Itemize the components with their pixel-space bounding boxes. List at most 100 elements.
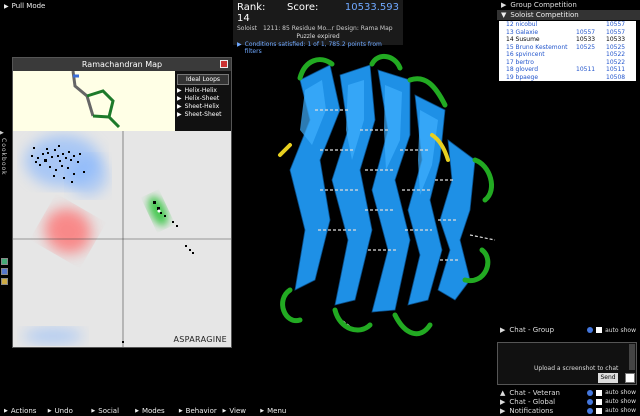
info-icon — [587, 398, 594, 405]
group-competition-toggle[interactable]: ▶ Group Competition — [497, 0, 640, 9]
triangle-right-icon: ▶ — [237, 41, 242, 48]
auto-show-veteran[interactable]: auto show — [587, 389, 640, 396]
menu-label: Social — [98, 406, 120, 415]
leaderboard-list[interactable]: 12 nicobul 10557 13 Galaxie 10557 10557 14 Su… — [499, 21, 636, 81]
loop-label: Sheet-Sheet — [184, 111, 222, 118]
close-icon[interactable] — [220, 60, 228, 68]
triangle-right-icon: ▶ — [135, 407, 139, 414]
checkbox-icon[interactable] — [596, 398, 603, 405]
leaderboard-row[interactable]: 13 Galaxie 10557 10557 — [499, 29, 636, 37]
leaderboard-row[interactable]: 14 Susume 10533 10533 — [499, 36, 636, 44]
score-value: 10533.593 — [344, 2, 399, 13]
recipe-icon[interactable] — [1, 258, 8, 265]
side-icons — [1, 258, 9, 288]
menu-social[interactable]: ▶ Social — [87, 405, 131, 416]
leaderboard-score — [576, 59, 606, 67]
menu-label: Menu — [267, 406, 287, 415]
leaderboard-score: 10557 — [606, 28, 626, 36]
ideal-loops-menu: Ideal Loops ▶ Helix-Helix ▶ Helix-Sheet ▶ S… — [175, 71, 231, 131]
leaderboard-score: 10533 — [576, 36, 596, 43]
rama-plot-canvas[interactable] — [13, 131, 231, 347]
menu-modes[interactable]: ▶ Modes — [131, 405, 175, 416]
menu-label: Actions — [10, 406, 37, 415]
soloist-competition-toggle[interactable]: ▼ Soloist Competition — [497, 10, 640, 20]
protein-3d-view[interactable] — [260, 50, 500, 350]
chat-toggle-icon[interactable] — [625, 373, 635, 383]
triangle-right-icon: ▶ — [4, 407, 8, 414]
leaderboard-score: 10533 — [606, 36, 626, 43]
checkbox-icon[interactable] — [596, 327, 603, 333]
residue-name: ASPARAGINE — [173, 335, 227, 344]
chat-veteran-toggle[interactable]: ▲ Chat - Veteran auto show — [497, 388, 640, 397]
loop-helix-helix[interactable]: ▶ Helix-Helix — [177, 87, 229, 95]
pull-mode-button[interactable]: ▶ Pull Mode — [0, 0, 49, 12]
rama-plot[interactable]: ASPARAGINE — [13, 131, 231, 347]
leaderboard-score: 10525 — [576, 43, 596, 51]
triangle-right-icon: ▶ — [500, 397, 506, 406]
residue-structure-icon — [71, 70, 121, 129]
leaderboard-score — [576, 51, 606, 59]
menu-behavior[interactable]: ▶ Behavior — [175, 405, 219, 416]
chat-global-toggle[interactable]: ▶ Chat - Global auto show — [497, 397, 640, 406]
triangle-up-icon: ▲ — [500, 388, 506, 397]
note-icon[interactable] — [1, 278, 8, 285]
menu-menu[interactable]: ▶ Menu — [256, 405, 300, 416]
menu-label: Modes — [141, 406, 165, 415]
leaderboard-row[interactable]: 15 Bruno Kestemont 10525 10525 — [499, 44, 636, 52]
loop-helix-sheet[interactable]: ▶ Helix-Sheet — [177, 95, 229, 103]
loop-label: Helix-Sheet — [184, 95, 220, 102]
leaderboard-row[interactable]: 18 gloverd 10511 10511 — [499, 66, 636, 74]
triangle-right-icon: ▶ — [0, 130, 4, 136]
auto-show-notifications[interactable]: auto show — [587, 407, 640, 414]
loop-sheet-sheet[interactable]: ▶ Sheet-Sheet — [177, 111, 229, 119]
leaderboard-row[interactable]: 16 spvincent 10522 — [499, 51, 636, 59]
group-competition-label: Group Competition — [510, 0, 577, 9]
triangle-right-icon: ▶ — [500, 326, 506, 334]
rama-title-bar[interactable]: Ramachandran Map — [13, 58, 231, 71]
chat-group-label: Chat - Group — [509, 326, 555, 334]
leaderboard-score: 10511 — [576, 66, 596, 73]
menu-view[interactable]: ▶ View — [219, 405, 257, 416]
triangle-right-icon: ▶ — [177, 111, 182, 118]
leaderboard-player: 18 gloverd — [506, 66, 539, 73]
send-button[interactable]: Send — [598, 373, 618, 383]
leaderboard-score — [576, 21, 606, 29]
leaderboard-score: 10525 — [606, 43, 626, 51]
leaderboard-score: 10511 — [606, 66, 626, 73]
checkbox-icon[interactable] — [596, 389, 603, 396]
checkbox-icon[interactable] — [596, 407, 603, 414]
auto-show-global[interactable]: auto show — [587, 398, 640, 405]
loop-sheet-helix[interactable]: ▶ Sheet-Helix — [177, 103, 229, 111]
menu-label: View — [229, 406, 246, 415]
triangle-right-icon: ▶ — [177, 95, 182, 102]
script-icon[interactable] — [1, 268, 8, 275]
chat-scrollbar[interactable] — [629, 344, 635, 370]
chat-panel[interactable]: Upload a screenshot to chat Send — [497, 342, 637, 385]
leaderboard-score: 10508 — [606, 73, 626, 81]
leaderboard-row[interactable]: 19 bpaege 10508 — [499, 74, 636, 82]
notifications-toggle[interactable]: ▶ Notifications auto show — [497, 406, 640, 415]
puzzle-status: Puzzle expired — [296, 33, 340, 40]
menu-actions[interactable]: ▶ Actions — [0, 405, 44, 416]
info-icon — [587, 407, 594, 414]
chat-global-label: Chat - Global — [509, 397, 556, 406]
ramachandran-panel: Ramachandran Map Ideal Loops ▶ Helix-Heli… — [12, 57, 232, 348]
leaderboard-row[interactable]: 17 bertro 10522 — [499, 59, 636, 67]
cookbook-tab[interactable]: ▶ Cookbook — [0, 130, 10, 250]
loop-label: Sheet-Helix — [184, 103, 220, 110]
triangle-right-icon: ▶ — [222, 407, 227, 414]
loop-label: Helix-Helix — [184, 87, 217, 94]
ideal-loops-button[interactable]: Ideal Loops — [177, 74, 229, 85]
upload-screenshot-link[interactable]: Upload a screenshot to chat — [534, 365, 618, 372]
menu-undo[interactable]: ▶ Undo — [44, 405, 88, 416]
mode-label: Soloist — [237, 25, 257, 32]
leaderboard-row[interactable]: 12 nicobul 10557 — [499, 21, 636, 29]
leaderboard-player: 14 Susume — [506, 36, 540, 43]
auto-show-label: auto show — [605, 407, 636, 414]
auto-show-label: auto show — [605, 398, 636, 405]
rank-label: Rank: 14 — [237, 2, 266, 24]
triangle-right-icon: ▶ — [260, 407, 265, 414]
auto-show-group[interactable]: auto show — [587, 327, 640, 334]
triangle-right-icon: ▶ — [177, 103, 182, 110]
chat-group-toggle[interactable]: ▶ Chat - Group auto show — [497, 325, 640, 335]
